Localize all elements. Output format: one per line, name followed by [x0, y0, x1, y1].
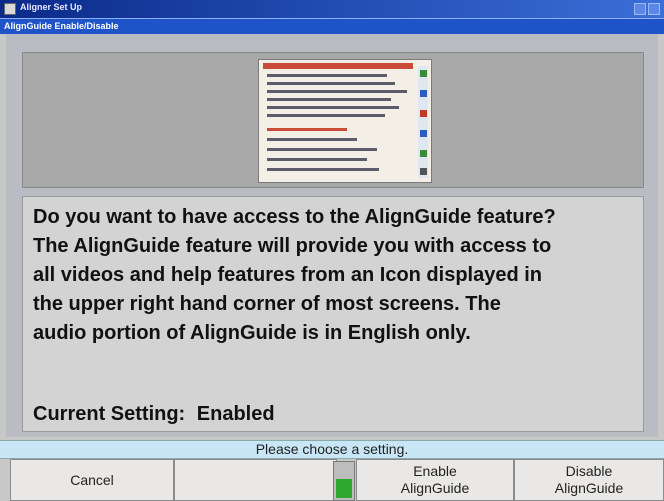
softkey-row: Cancel Enable AlignGuide Disable AlignGu… — [0, 459, 664, 501]
thumbnail-line — [267, 148, 377, 151]
title-bar: Aligner Set Up — [0, 0, 664, 18]
video-icon — [420, 168, 427, 175]
video-icon — [420, 130, 427, 137]
enable-alignguide-button[interactable]: Enable AlignGuide — [356, 459, 514, 501]
level-gauge — [333, 461, 355, 501]
thumbnail-line — [267, 82, 395, 85]
video-icon — [420, 110, 427, 117]
disable-alignguide-button[interactable]: Disable AlignGuide — [514, 459, 664, 501]
thumbnail-line — [267, 106, 399, 109]
current-setting-label: Current Setting: — [33, 403, 186, 425]
close-button[interactable] — [648, 3, 660, 15]
level-gauge-fill — [336, 479, 352, 498]
minimize-button[interactable] — [634, 3, 646, 15]
message-text: Do you want to have access to the AlignG… — [33, 206, 556, 344]
thumbnail-line — [267, 98, 391, 101]
dialog-title-bar: AlignGuide Enable/Disable — [0, 18, 664, 34]
thumbnail-icon-column — [418, 66, 428, 178]
blank-softkey[interactable] — [174, 459, 337, 501]
cancel-button[interactable]: Cancel — [10, 459, 174, 501]
cancel-button-label: Cancel — [70, 471, 114, 488]
alignguide-thumbnail — [258, 59, 432, 183]
disable-alignguide-label: Disable AlignGuide — [554, 463, 624, 496]
message-panel: Do you want to have access to the AlignG… — [22, 196, 644, 432]
thumbnail-line — [267, 168, 379, 171]
window-title: Aligner Set Up — [20, 2, 83, 12]
current-setting-value: Enabled — [196, 403, 275, 425]
thumbnail-header — [263, 63, 413, 69]
dialog-title: AlignGuide Enable/Disable — [4, 21, 119, 31]
thumbnail-line — [267, 128, 347, 131]
video-icon — [420, 150, 427, 157]
video-icon — [420, 90, 427, 97]
thumbnail-line — [267, 158, 367, 161]
enable-alignguide-label: Enable AlignGuide — [400, 463, 470, 496]
thumbnail-line — [267, 114, 385, 117]
app-icon — [4, 3, 16, 15]
help-icon — [420, 70, 427, 77]
status-bar: Please choose a setting. — [0, 440, 664, 459]
thumbnail-line — [267, 138, 357, 141]
thumbnail-line — [267, 90, 407, 93]
status-prompt: Please choose a setting. — [255, 441, 409, 457]
thumbnail-line — [267, 74, 387, 77]
alignguide-preview — [22, 52, 644, 188]
current-setting: Current Setting: Enabled — [33, 403, 275, 426]
